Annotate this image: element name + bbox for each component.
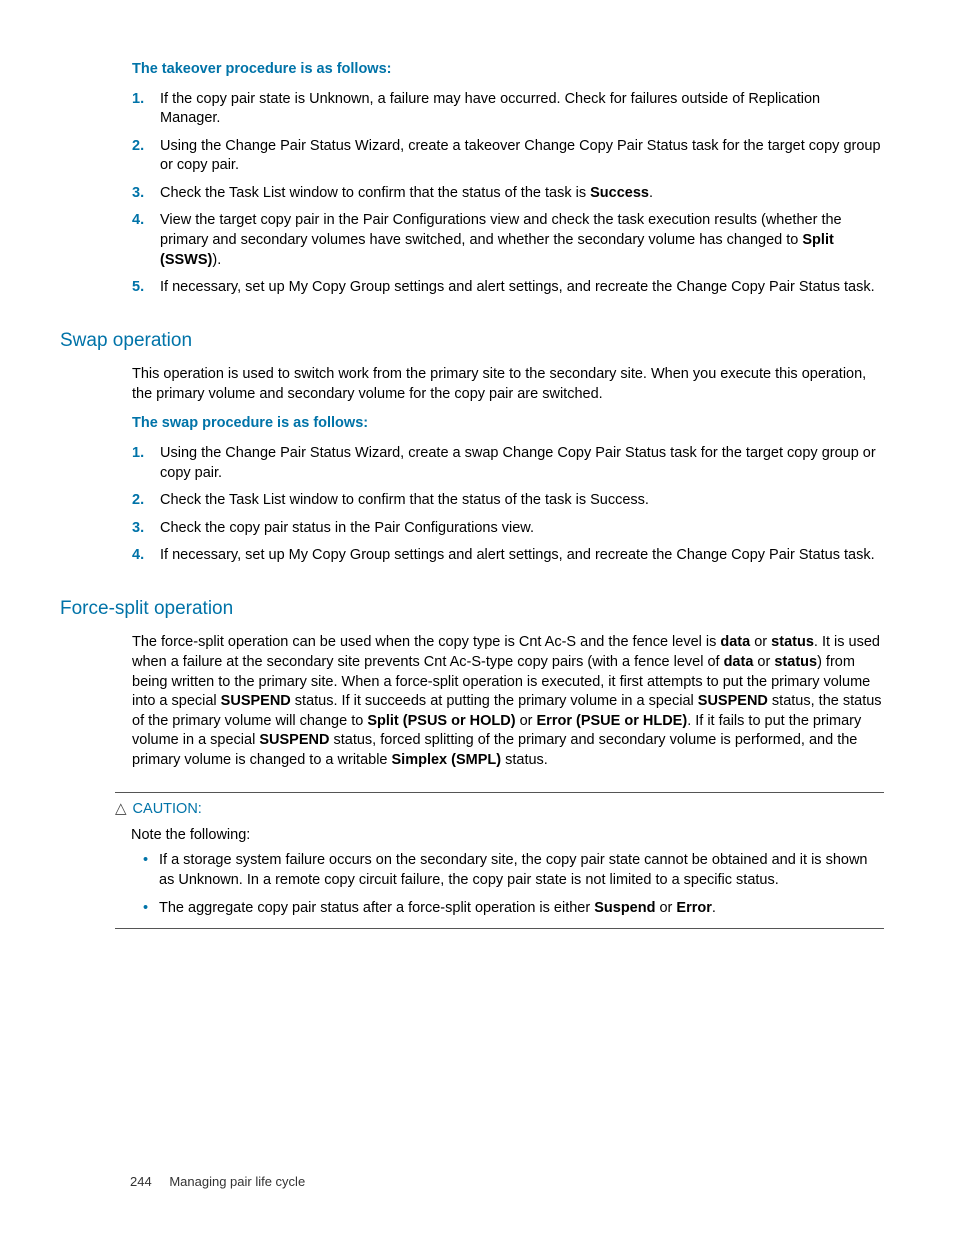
bold-text: Split (PSUS or HOLD) bbox=[367, 713, 515, 729]
bold-text: Error (PSUE or HLDE) bbox=[537, 713, 688, 729]
caution-box: △ CAUTION: Note the following: If a stora… bbox=[115, 792, 884, 929]
divider bbox=[115, 928, 884, 929]
caution-note: Note the following: bbox=[131, 826, 884, 846]
footer-title: Managing pair life cycle bbox=[169, 1174, 305, 1189]
page-footer: 244 Managing pair life cycle bbox=[130, 1173, 305, 1191]
text: . bbox=[712, 900, 716, 916]
list-item: The aggregate copy pair status after a f… bbox=[159, 899, 884, 919]
text: View the target copy pair in the Pair Co… bbox=[160, 212, 842, 248]
caution-header: △ CAUTION: bbox=[115, 799, 884, 820]
force-split-heading: Force-split operation bbox=[60, 596, 894, 622]
list-item: If necessary, set up My Copy Group setti… bbox=[160, 546, 884, 566]
takeover-subheading: The takeover procedure is as follows: bbox=[132, 60, 884, 80]
list-item: If a storage system failure occurs on th… bbox=[159, 851, 884, 890]
text: ). bbox=[212, 252, 221, 268]
list-item: Check the Task List window to confirm th… bbox=[160, 491, 884, 511]
bold-text: status bbox=[774, 654, 817, 670]
bold-text: data bbox=[720, 634, 750, 650]
text: The force-split operation can be used wh… bbox=[132, 634, 720, 650]
bold-text: SUSPEND bbox=[698, 693, 768, 709]
list-item: If the copy pair state is Unknown, a fai… bbox=[160, 90, 884, 129]
text: Check the Task List window to confirm th… bbox=[160, 185, 590, 201]
bold-text: Suspend bbox=[594, 900, 655, 916]
bold-text: data bbox=[724, 654, 754, 670]
document-page: The takeover procedure is as follows: If… bbox=[0, 0, 954, 1235]
list-item: Check the copy pair status in the Pair C… bbox=[160, 519, 884, 539]
caution-bullets: If a storage system failure occurs on th… bbox=[131, 851, 884, 918]
bold-text: SUSPEND bbox=[221, 693, 291, 709]
text: status. bbox=[501, 752, 548, 768]
bold-text: Simplex (SMPL) bbox=[392, 752, 502, 768]
swap-steps: Using the Change Pair Status Wizard, cre… bbox=[132, 444, 894, 566]
bold-text: status bbox=[771, 634, 814, 650]
bold-text: Error bbox=[676, 900, 711, 916]
list-item: Using the Change Pair Status Wizard, cre… bbox=[160, 137, 884, 176]
text: or bbox=[750, 634, 771, 650]
list-item: Using the Change Pair Status Wizard, cre… bbox=[160, 444, 884, 483]
list-item: If necessary, set up My Copy Group setti… bbox=[160, 278, 884, 298]
page-number: 244 bbox=[130, 1174, 152, 1189]
text: status. If it succeeds at putting the pr… bbox=[291, 693, 698, 709]
divider bbox=[115, 792, 884, 793]
text: or bbox=[655, 900, 676, 916]
caution-icon: △ bbox=[115, 800, 127, 817]
text: The aggregate copy pair status after a f… bbox=[159, 900, 594, 916]
swap-subheading: The swap procedure is as follows: bbox=[132, 414, 884, 434]
force-split-paragraph: The force-split operation can be used wh… bbox=[132, 633, 884, 770]
swap-heading: Swap operation bbox=[60, 328, 894, 354]
list-item: View the target copy pair in the Pair Co… bbox=[160, 211, 884, 270]
text: or bbox=[516, 713, 537, 729]
text: or bbox=[753, 654, 774, 670]
swap-description: This operation is used to switch work fr… bbox=[132, 365, 884, 404]
takeover-steps: If the copy pair state is Unknown, a fai… bbox=[132, 90, 894, 298]
bold-text: SUSPEND bbox=[259, 732, 329, 748]
bold-text: Success bbox=[590, 185, 649, 201]
caution-label: CAUTION: bbox=[133, 801, 202, 817]
text: . bbox=[649, 185, 653, 201]
list-item: Check the Task List window to confirm th… bbox=[160, 184, 884, 204]
